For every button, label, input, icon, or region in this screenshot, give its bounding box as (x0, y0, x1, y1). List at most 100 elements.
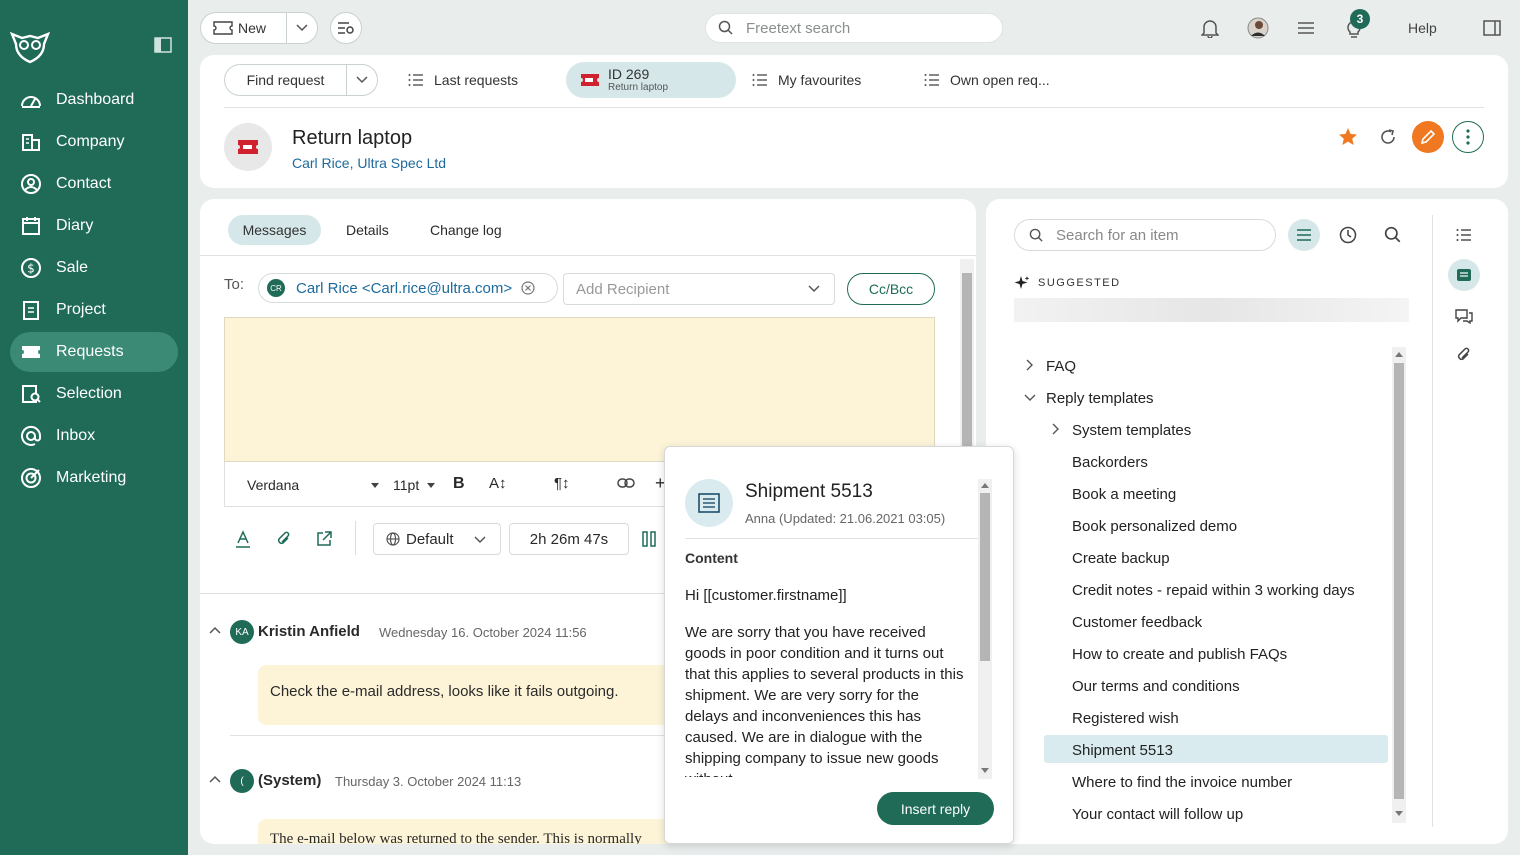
list-view-button[interactable] (1288, 219, 1320, 251)
scroll-up-icon[interactable] (1395, 352, 1403, 357)
scroll-down-icon[interactable] (1395, 811, 1403, 816)
tree-item[interactable]: Book a meeting (1072, 482, 1176, 506)
tree-item[interactable]: Where to find the invoice number (1072, 770, 1292, 794)
font-family-select[interactable]: Verdana (247, 477, 299, 493)
sidebar-item-contact[interactable]: Contact (10, 164, 178, 204)
tree-item[interactable]: Registered wish (1072, 706, 1179, 730)
new-button[interactable]: New (201, 13, 287, 43)
chevron-down-icon[interactable] (1024, 394, 1036, 402)
chevron-right-icon[interactable] (1052, 423, 1060, 435)
list-icon (408, 74, 423, 86)
panel-toggle-icon[interactable] (1482, 18, 1502, 38)
attachment-icon[interactable] (276, 530, 292, 548)
bell-icon[interactable] (1200, 18, 1220, 38)
templates-tab-button[interactable] (1448, 259, 1480, 291)
bold-icon[interactable]: B (453, 475, 465, 493)
sidebar-item-marketing[interactable]: Marketing (10, 458, 178, 498)
add-recipient-input[interactable]: Add Recipient (563, 273, 835, 305)
tree-item[interactable]: Backorders (1072, 450, 1148, 474)
popup-content: Hi [[customer.firstname]] We are sorry t… (685, 585, 965, 777)
paragraph-icon[interactable]: ¶↕ (554, 475, 570, 492)
sidebar-item-inbox[interactable]: Inbox (10, 416, 178, 456)
time-tracker[interactable]: 2h 26m 47s (509, 523, 629, 555)
company-link[interactable]: Ultra Spec Ltd (357, 155, 446, 171)
sidebar-item-company[interactable]: Company (10, 122, 178, 162)
tab-current-request[interactable]: ID 269 Return laptop (566, 62, 736, 98)
tab-messages[interactable]: Messages (228, 215, 321, 245)
find-request-button[interactable]: Find request (225, 65, 347, 95)
tab-last-requests[interactable]: Last requests (408, 72, 518, 88)
sidebar-item-dashboard[interactable]: Dashboard (10, 80, 178, 120)
popup-scroll-thumb[interactable] (980, 493, 990, 661)
tree-item-reply-templates[interactable]: Reply templates (1046, 386, 1154, 410)
tab-details[interactable]: Details (346, 222, 389, 238)
caret-down-icon (427, 483, 435, 488)
pause-icon[interactable] (642, 531, 656, 547)
sidebar-item-sale[interactable]: $ Sale (10, 248, 178, 288)
freetext-search-input[interactable]: Freetext search (705, 13, 1003, 43)
owl-logo-icon[interactable] (10, 30, 50, 64)
sidebar-item-project[interactable]: Project (10, 290, 178, 330)
project-icon (23, 301, 39, 320)
tree-item[interactable]: Credit notes - repaid within 3 working d… (1072, 578, 1355, 602)
refresh-icon[interactable] (1376, 125, 1400, 149)
edit-button[interactable] (1412, 121, 1444, 153)
recipient-chip[interactable]: CR Carl Rice <Carl.rice@ultra.com> (258, 273, 558, 303)
template-search-input[interactable]: Search for an item (1014, 219, 1276, 251)
chevron-up-icon[interactable] (209, 626, 221, 634)
tab-label: Last requests (434, 72, 519, 88)
add-recipient-placeholder: Add Recipient (576, 280, 670, 298)
language-select[interactable]: Default (373, 523, 501, 555)
new-dropdown-button[interactable] (287, 24, 317, 32)
sidebar-item-label: Diary (56, 217, 94, 234)
text-color-icon[interactable] (234, 530, 252, 548)
sidebar-item-label: Dashboard (56, 91, 135, 108)
scroll-up-icon[interactable] (981, 483, 989, 488)
clock-icon[interactable] (1336, 223, 1360, 247)
tree-item-system-templates[interactable]: System templates (1072, 418, 1191, 442)
sidebar-item-label: Sale (56, 259, 89, 276)
link-icon[interactable] (617, 477, 635, 489)
text-size-icon[interactable]: A↕ (489, 475, 507, 492)
contact-link[interactable]: Carl Rice (292, 155, 350, 171)
ticket-icon (581, 74, 599, 86)
tree-item[interactable]: Our terms and conditions (1072, 674, 1240, 698)
scroll-down-icon[interactable] (981, 768, 989, 773)
chevron-right-icon[interactable] (1026, 359, 1034, 371)
attachment-icon[interactable] (1452, 344, 1476, 366)
tree-item-faq[interactable]: FAQ (1046, 354, 1076, 378)
more-options-button[interactable] (1452, 121, 1484, 153)
message-editor[interactable] (224, 317, 935, 462)
menu-icon[interactable] (1296, 18, 1316, 38)
tree-item[interactable]: Customer feedback (1072, 610, 1202, 634)
favourite-star-icon[interactable] (1336, 125, 1360, 149)
help-link[interactable]: Help (1408, 20, 1437, 36)
tab-own-open-requests[interactable]: Own open req... (924, 72, 1050, 88)
tree-item[interactable]: How to create and publish FAQs (1072, 642, 1287, 666)
sidebar-item-label: Contact (56, 175, 112, 192)
tree-scroll-thumb[interactable] (1394, 363, 1404, 799)
sidebar-item-selection[interactable]: Selection (10, 374, 178, 414)
insert-reply-button[interactable]: Insert reply (877, 792, 994, 825)
remove-recipient-icon[interactable] (521, 281, 535, 295)
list-icon[interactable] (1452, 225, 1476, 245)
find-request-dropdown[interactable] (347, 76, 377, 84)
search-icon[interactable] (1381, 223, 1405, 247)
tree-item[interactable]: Book personalized demo (1072, 514, 1237, 538)
sidebar-item-diary[interactable]: Diary (10, 206, 178, 246)
filter-search-button[interactable] (330, 12, 362, 44)
user-avatar[interactable] (1246, 16, 1270, 40)
chevron-up-icon[interactable] (209, 775, 221, 783)
tree-item-selected[interactable]: Shipment 5513 (1072, 738, 1173, 762)
divider (1432, 215, 1433, 827)
tree-item[interactable]: Create backup (1072, 546, 1170, 570)
sidebar-item-requests[interactable]: Requests (10, 332, 178, 372)
font-size-select[interactable]: 11pt (393, 477, 419, 493)
tree-item[interactable]: Your contact will follow up (1072, 802, 1243, 826)
external-link-icon[interactable] (315, 530, 333, 548)
cc-bcc-button[interactable]: Cc/Bcc (847, 273, 935, 305)
tab-my-favourites[interactable]: My favourites (752, 72, 861, 88)
chat-icon[interactable] (1452, 305, 1476, 327)
tab-change-log[interactable]: Change log (430, 222, 502, 238)
collapse-sidebar-icon[interactable] (154, 37, 172, 53)
